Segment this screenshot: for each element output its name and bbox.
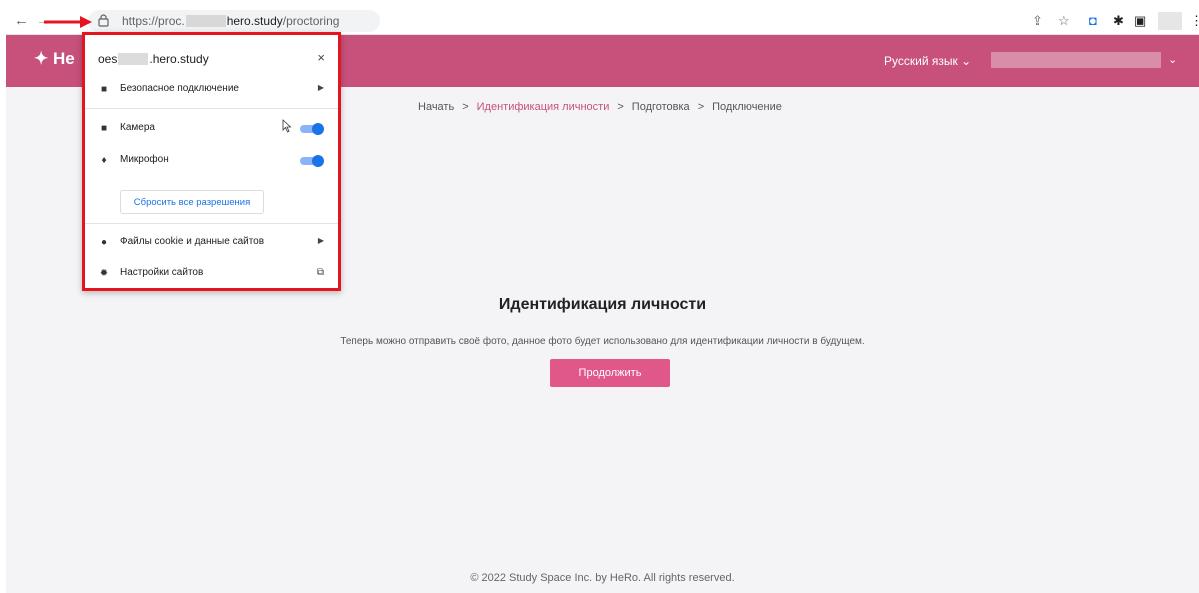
back-icon[interactable]: ← [14, 12, 29, 30]
menu-icon[interactable]: ⋮ [1190, 13, 1199, 29]
star-icon[interactable]: ☆ [1058, 13, 1070, 29]
mouse-cursor-icon [282, 119, 292, 133]
site-settings-label: Настройки сайтов [120, 267, 204, 278]
share-icon[interactable]: ⇪ [1032, 13, 1043, 29]
camera-icon: ■ [100, 123, 108, 134]
page-description: Теперь можно отправить своё фото, данное… [340, 336, 865, 347]
red-arrow-icon [44, 16, 92, 28]
site-logo[interactable]: ✦ He [34, 49, 75, 69]
sidebar-icon[interactable]: ▣ [1134, 13, 1146, 29]
cookies-row[interactable]: ● Файлы cookie и данные сайтов ▶ [85, 235, 338, 255]
breadcrumb-item-preparation[interactable]: Подготовка [632, 101, 690, 113]
cookie-icon: ● [100, 237, 108, 248]
microphone-icon: ♦ [101, 155, 107, 166]
site-settings-row[interactable]: ✹ Настройки сайтов ⧉ [85, 266, 338, 286]
lock-icon: ■ [100, 84, 108, 95]
popup-host: oes .hero.study [98, 52, 209, 66]
site-info-popup: oes .hero.study × ■ Безопасное подключени… [82, 32, 341, 291]
chevron-down-icon[interactable]: ⌄ [1168, 53, 1177, 66]
divider [85, 108, 338, 109]
secure-connection-label: Безопасное подключение [120, 83, 239, 94]
footer-copyright: © 2022 Study Space Inc. by HeRo. All rig… [470, 572, 735, 584]
chevron-right-icon: > [462, 101, 469, 113]
extension-icon[interactable]: ◘ [1089, 13, 1097, 29]
camera-toggle[interactable] [300, 123, 324, 135]
reset-permissions-button[interactable]: Сбросить все разрешения [120, 190, 264, 214]
chevron-down-icon: ⌄ [961, 54, 972, 68]
cookies-label: Файлы cookie и данные сайтов [120, 236, 265, 247]
puzzle-icon[interactable]: ✱ [1113, 13, 1124, 29]
microphone-row: ♦ Микрофон [85, 153, 338, 173]
close-icon[interactable]: × [317, 50, 325, 65]
breadcrumb-item-start[interactable]: Начать [418, 101, 454, 113]
camera-label: Камера [120, 122, 155, 133]
url-text[interactable]: https://proc. hero.study/proctoring [122, 14, 339, 28]
user-menu[interactable] [991, 52, 1161, 68]
external-link-icon: ⧉ [316, 267, 324, 278]
breadcrumb-item-connection[interactable]: Подключение [712, 101, 782, 113]
profile-avatar[interactable] [1158, 12, 1182, 30]
breadcrumb: Начать > Идентификация личности > Подготовка… [418, 101, 782, 113]
chevron-right-icon: ▶ [317, 236, 324, 245]
gear-icon: ✹ [99, 268, 109, 279]
language-selector[interactable]: Русский язык ⌄ [884, 54, 971, 68]
camera-row: ■ Камера [85, 121, 338, 141]
divider [85, 223, 338, 224]
address-bar[interactable]: https://proc. hero.study/proctoring [88, 10, 380, 32]
breadcrumb-item-identification[interactable]: Идентификация личности [477, 101, 610, 113]
secure-connection-row[interactable]: ■ Безопасное подключение ▶ [85, 82, 338, 102]
chevron-right-icon: ▶ [317, 83, 324, 92]
microphone-label: Микрофон [120, 154, 169, 165]
lock-icon[interactable] [98, 14, 109, 27]
page-title: Идентификация личности [498, 296, 707, 313]
chevron-right-icon: > [697, 101, 705, 113]
continue-button[interactable]: Продолжить [550, 359, 670, 387]
browser-toolbar: ← → https://proc. hero.study/proctoring ⇪… [6, 8, 1199, 35]
microphone-toggle[interactable] [300, 155, 324, 167]
chevron-right-icon: > [617, 101, 624, 113]
browser-window: ← → https://proc. hero.study/proctoring ⇪… [6, 8, 1199, 593]
